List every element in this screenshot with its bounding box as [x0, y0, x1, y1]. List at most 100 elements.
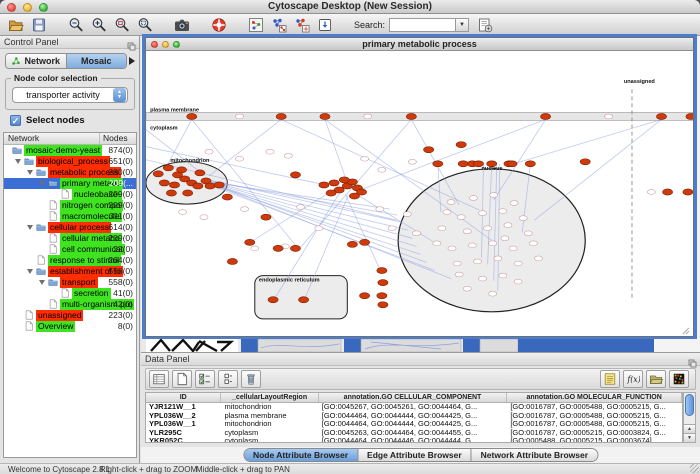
node[interactable] [319, 182, 329, 188]
tab-mosaic[interactable]: Mosaic [66, 54, 127, 68]
table-row[interactable]: YJR121W__1mitochondrion[GO:0045267, GO:0… [146, 403, 682, 412]
node[interactable] [290, 245, 300, 251]
import-table-button[interactable] [315, 15, 335, 34]
node[interactable] [290, 172, 300, 178]
tree-row[interactable]: response to stimul264(0) [4, 255, 136, 266]
node[interactable] [266, 149, 274, 154]
node[interactable] [360, 239, 370, 245]
node[interactable] [489, 291, 497, 296]
node[interactable] [377, 293, 387, 299]
node[interactable] [510, 201, 518, 206]
help-ring-button[interactable] [209, 15, 229, 34]
open-session-button[interactable] [6, 15, 26, 34]
tree-row[interactable]: nucleobase-209(0) [4, 189, 136, 200]
node[interactable] [484, 226, 492, 231]
table-column-header[interactable]: annotation.GO CELLULAR_COMPONENT [319, 393, 508, 402]
disclosure-triangle-icon[interactable] [27, 170, 33, 175]
attr-pair-button[interactable] [218, 370, 238, 388]
attr-delete-button[interactable] [241, 370, 261, 388]
tree-column-network[interactable]: Network [4, 133, 100, 144]
node[interactable] [473, 259, 481, 264]
node[interactable] [438, 226, 446, 231]
tree-row[interactable]: biological_process651(0) [4, 156, 136, 167]
attr-create-button[interactable] [172, 370, 192, 388]
search-options-button[interactable] [475, 15, 495, 34]
node[interactable] [540, 113, 550, 119]
tree-row[interactable]: cell communicat22(0) [4, 244, 136, 255]
node[interactable] [360, 293, 370, 299]
node[interactable] [456, 142, 466, 148]
node[interactable] [163, 165, 173, 171]
node[interactable] [490, 193, 498, 198]
node[interactable] [403, 212, 411, 217]
tree-row[interactable]: metabolic process280(0) [4, 167, 136, 178]
node[interactable] [205, 183, 215, 189]
node[interactable] [222, 194, 232, 200]
node[interactable] [433, 161, 443, 167]
node[interactable] [169, 182, 179, 188]
node[interactable] [268, 297, 278, 303]
node[interactable] [235, 156, 243, 161]
tree-row[interactable]: transport558(0) [4, 277, 136, 288]
node[interactable] [349, 193, 359, 199]
scroll-up-button[interactable]: ▲ [684, 424, 695, 433]
node[interactable] [214, 182, 224, 188]
node[interactable] [686, 113, 693, 119]
tree-row[interactable]: Overview8(0) [4, 321, 136, 332]
tab-node-attribute-browser[interactable]: Node Attribute Browser [244, 449, 357, 461]
node[interactable] [273, 245, 283, 251]
node[interactable] [299, 297, 309, 303]
node[interactable] [499, 273, 507, 278]
table-scrollbar[interactable]: ▲ ▼ [683, 392, 696, 443]
node[interactable] [183, 190, 193, 196]
node[interactable] [347, 241, 357, 247]
disclosure-triangle-icon[interactable] [27, 269, 33, 274]
node[interactable] [458, 161, 468, 167]
zoom-fit-button[interactable] [135, 15, 155, 34]
node[interactable] [514, 279, 522, 284]
import-attrs-button[interactable] [646, 370, 666, 388]
search-dropdown-arrow[interactable]: ▼ [455, 18, 469, 32]
node[interactable] [509, 246, 517, 251]
node[interactable] [378, 302, 388, 308]
network-canvas[interactable]: plasma membranecytoplasmmitochondrionnuc… [146, 51, 693, 336]
node[interactable] [200, 215, 208, 220]
node[interactable] [469, 196, 477, 201]
select-nodes-checkbox[interactable]: ✓ [10, 115, 21, 126]
node[interactable] [388, 226, 396, 231]
node[interactable] [507, 161, 517, 167]
node[interactable] [534, 256, 542, 261]
float-panel-icon[interactable] [127, 38, 136, 56]
notes-button[interactable] [600, 370, 620, 388]
node[interactable] [179, 210, 187, 215]
tree-row[interactable]: secretion41(0) [4, 288, 136, 299]
table-row[interactable]: YKR052Ccytoplasm[GO:0044464, GO:0044446,… [146, 437, 682, 443]
node[interactable] [296, 205, 304, 210]
tab-network-attribute-browser[interactable]: Network Attribute Browser [471, 449, 597, 461]
node[interactable] [433, 241, 441, 246]
table-column-header[interactable]: annotation.GO MOLECULAR_FUNCTION [507, 393, 682, 402]
tree-row[interactable]: nitrogen compo209(0) [4, 200, 136, 211]
node[interactable] [683, 189, 693, 195]
node[interactable] [284, 153, 292, 158]
tree-row[interactable]: mosaic-demo-yeast874(0) [4, 145, 136, 156]
node[interactable] [241, 207, 249, 212]
node[interactable] [455, 272, 463, 277]
node[interactable] [195, 170, 205, 176]
node[interactable] [412, 231, 420, 236]
table-column-header[interactable]: _cellularLayoutRegion [221, 393, 318, 402]
node[interactable] [489, 241, 497, 246]
annotation-transfer-b-button[interactable] [292, 15, 312, 34]
zoom-selected-button[interactable] [112, 15, 132, 34]
node[interactable] [364, 114, 372, 119]
node[interactable] [448, 246, 456, 251]
tree-row[interactable]: cellular process614(0) [4, 222, 136, 233]
node[interactable] [276, 113, 286, 119]
node[interactable] [227, 258, 237, 264]
annotation-transfer-a-button[interactable] [269, 15, 289, 34]
node[interactable] [424, 147, 434, 153]
snapshot-button[interactable] [172, 15, 192, 34]
tree-row[interactable]: multi-organism pro42(0) [4, 299, 136, 310]
node[interactable] [478, 276, 486, 281]
disclosure-triangle-icon[interactable] [39, 181, 45, 186]
